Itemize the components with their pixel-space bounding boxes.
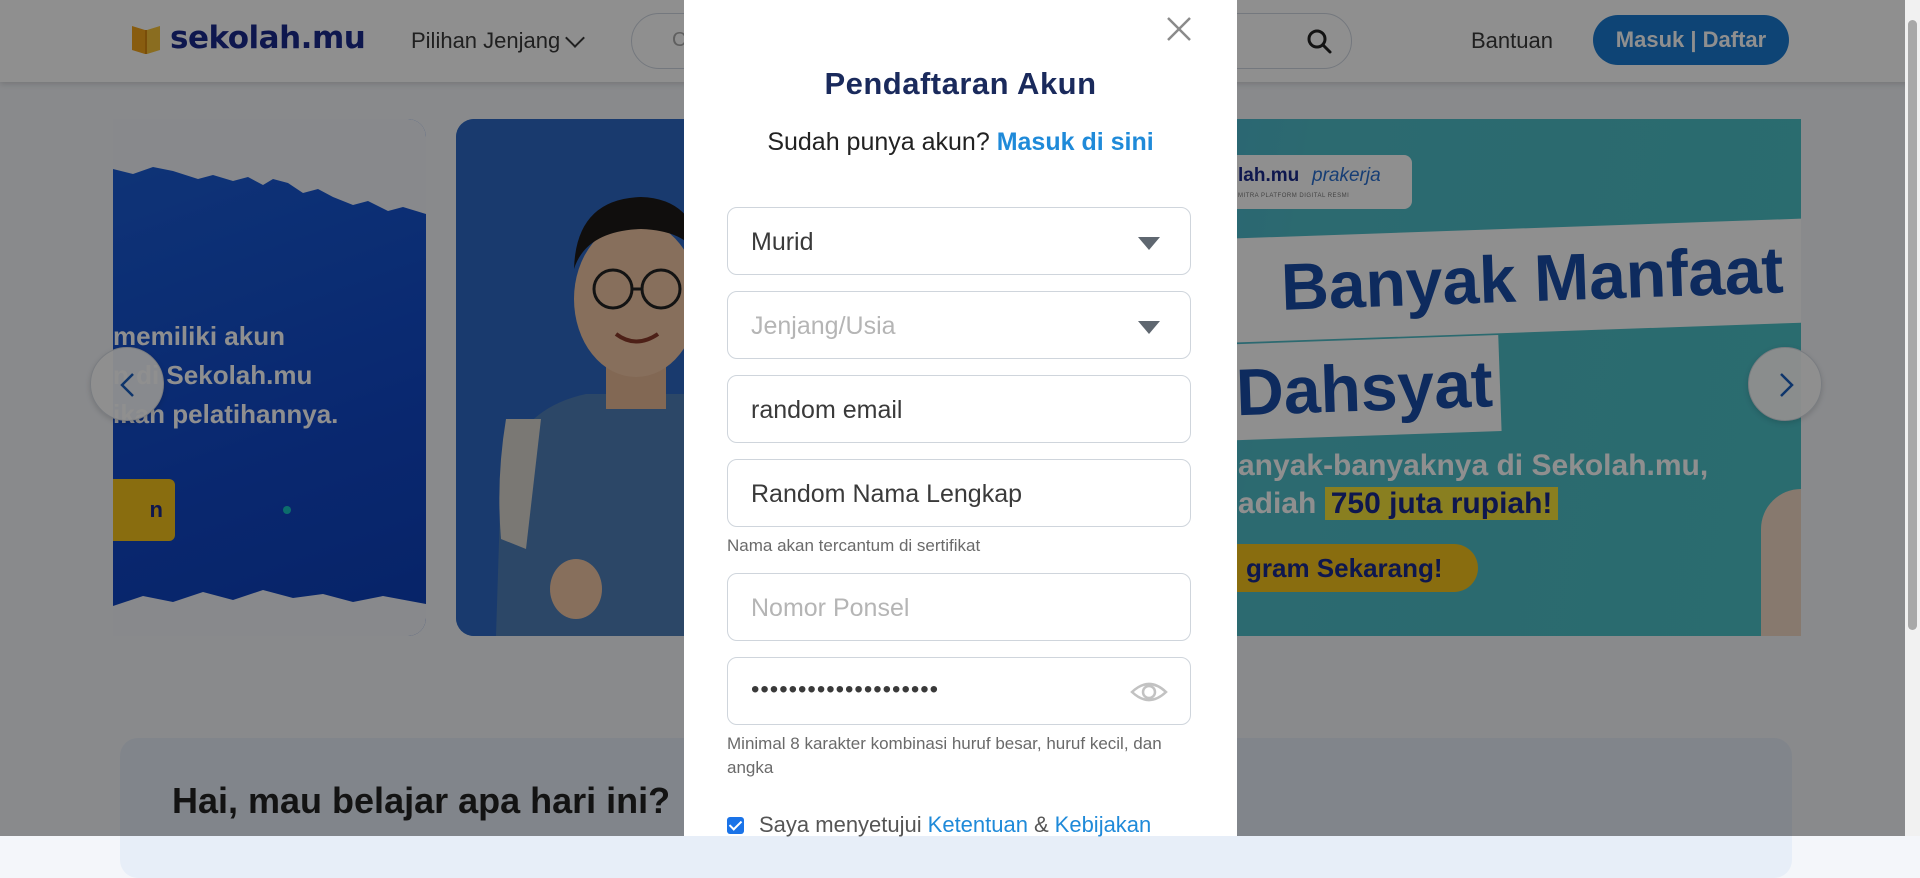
terms-text: Saya menyetujui xyxy=(759,812,922,837)
phone-field-placeholder: Nomor Ponsel xyxy=(751,594,910,622)
page-scrollbar[interactable] xyxy=(1905,0,1920,836)
role-select-value: Murid xyxy=(751,228,814,256)
password-mask: •••••••••••••••••••• xyxy=(751,676,940,703)
email-field-value: random email xyxy=(751,396,903,424)
phone-field[interactable]: Nomor Ponsel xyxy=(727,573,1191,641)
terms-agreement: Saya menyetujui Ketentuan & Kebijakan xyxy=(727,812,1157,838)
caret-down-icon xyxy=(1138,321,1160,334)
role-select[interactable]: Murid xyxy=(727,207,1191,275)
password-field[interactable]: •••••••••••••••••••• xyxy=(727,657,1191,725)
modal-title: Pendaftaran Akun xyxy=(824,66,1097,101)
login-prompt-text: Sudah punya akun? xyxy=(767,128,990,156)
full-name-field-value: Random Nama Lengkap xyxy=(751,480,1022,508)
login-prompt: Sudah punya akun? Masuk di sini xyxy=(684,128,1237,157)
terms-checkbox[interactable] xyxy=(727,816,744,834)
terms-link[interactable]: Ketentuan xyxy=(928,812,1028,838)
level-age-placeholder: Jenjang/Usia xyxy=(751,312,896,340)
full-name-field[interactable]: Random Nama Lengkap xyxy=(727,459,1191,527)
close-icon[interactable] xyxy=(1164,14,1194,44)
terms-ampersand: & xyxy=(1033,812,1049,837)
scrollbar-thumb[interactable] xyxy=(1908,20,1917,630)
caret-down-icon xyxy=(1138,237,1160,250)
policy-link[interactable]: Kebijakan xyxy=(1055,812,1152,838)
login-link[interactable]: Masuk di sini xyxy=(997,128,1154,156)
eye-icon[interactable] xyxy=(1130,678,1168,706)
full-name-hint: Nama akan tercantum di sertifikat xyxy=(727,536,981,555)
email-field[interactable]: random email xyxy=(727,375,1191,443)
registration-modal: Pendaftaran Akun Sudah punya akun? Masuk… xyxy=(684,0,1237,838)
password-hint: Minimal 8 karakter kombinasi huruf besar… xyxy=(727,734,1162,777)
level-age-select[interactable]: Jenjang/Usia xyxy=(727,291,1191,359)
